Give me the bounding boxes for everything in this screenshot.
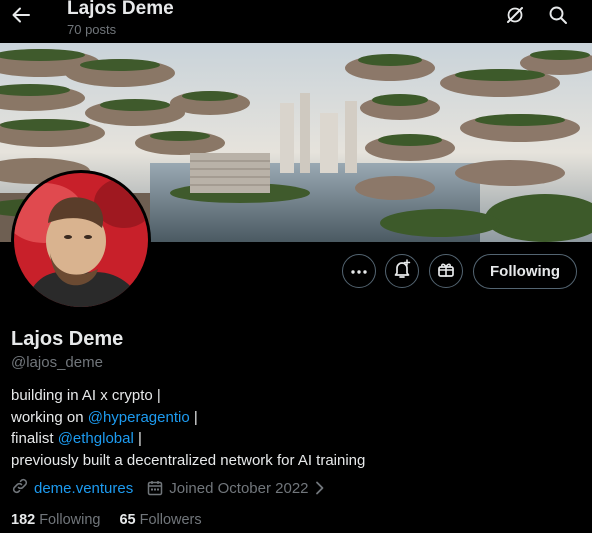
header-title: Lajos Deme [67,0,174,19]
bio-text: | [189,408,198,426]
search-icon [548,5,568,30]
bio-line-2: working on @hyperagentio | [11,407,581,429]
following-label: Following [39,512,101,528]
subscribe-gift-icon [437,260,455,283]
following-button[interactable]: Following [473,254,577,289]
profile-handle: @lajos_deme [11,354,103,371]
chevron-right-icon[interactable] [315,481,325,495]
calendar-icon [147,480,163,496]
profile-stats: 182 Following 65 Followers [11,512,202,528]
more-icon [350,262,368,280]
bio-line-3: finalist @ethglobal | [11,428,581,450]
following-count-link[interactable]: 182 Following [11,512,100,528]
followers-count: 65 [119,512,136,528]
bio-line-1: building in AI x crypto | [11,385,581,407]
bio-text: | [133,430,142,447]
website-link[interactable]: deme.ventures [34,480,133,497]
grok-icon [505,5,525,30]
bio-text: finalist [11,430,58,447]
subscribe-button[interactable] [429,254,463,288]
profile-name: Lajos Deme [11,328,124,350]
back-button[interactable] [6,2,36,32]
following-count: 182 [11,512,36,528]
notification-bell-icon [392,258,412,284]
back-arrow-icon [11,5,31,30]
mention-link-ethglobal[interactable]: @ethglobal [58,430,134,447]
more-button[interactable] [342,254,376,288]
profile-bio: building in AI x crypto | working on @hy… [11,385,581,471]
bio-text: previously built a decentralized network… [11,451,366,469]
mention-link-hyperagentio[interactable]: @hyperagentio [88,409,190,426]
link-icon [11,477,29,499]
bio-text: working on [11,408,88,426]
profile-meta: deme.ventures Joined October 2022 [11,478,325,498]
avatar[interactable] [11,170,151,310]
top-bar: Lajos Deme 70 posts [0,0,592,43]
notifications-button[interactable] [385,254,419,288]
search-button[interactable] [542,1,574,33]
followers-count-link[interactable]: 65 Followers [119,512,201,528]
bio-text: building in AI x crypto | [11,387,161,404]
grok-button[interactable] [499,1,531,33]
followers-label: Followers [139,512,202,528]
joined-date: Joined October 2022 [169,479,309,497]
avatar-image [14,173,148,307]
header-posts-count: 70 posts [67,22,117,37]
bio-line-4: previously built a decentralized network… [11,450,581,472]
